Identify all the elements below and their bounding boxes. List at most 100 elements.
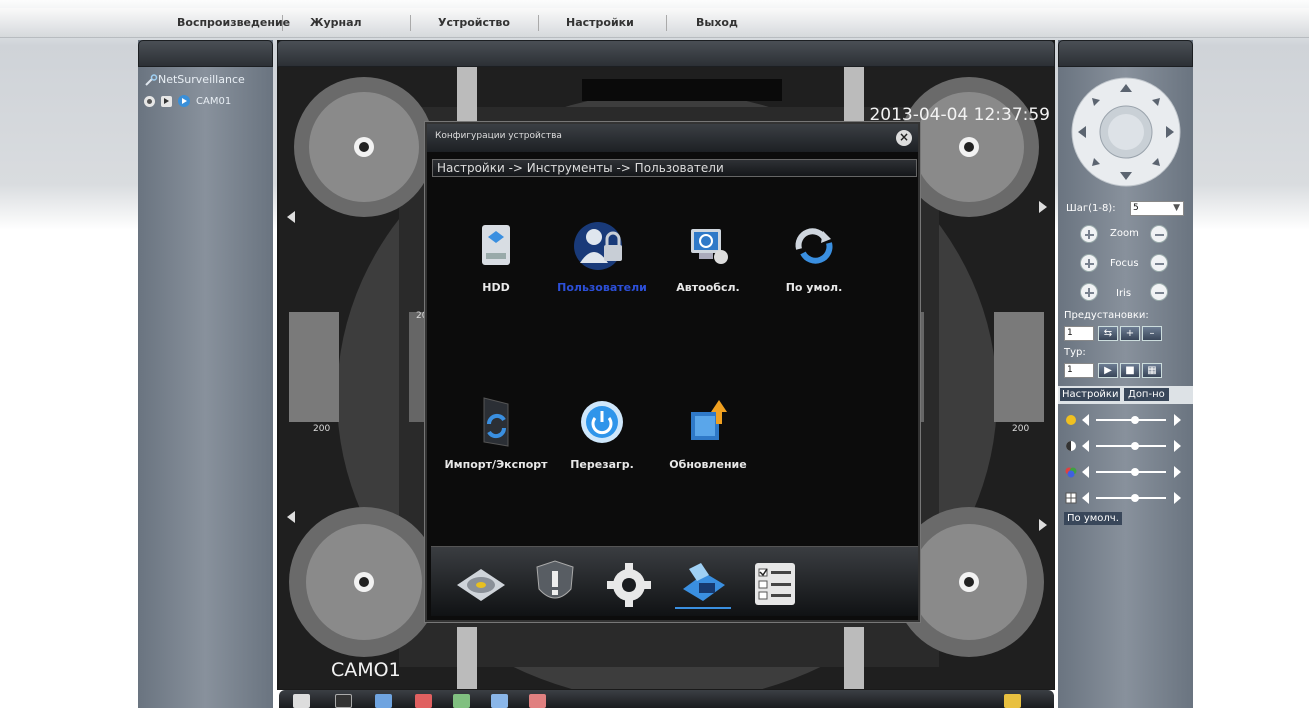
video-panel-header [277, 40, 1055, 67]
play-icon[interactable] [161, 95, 172, 107]
preset-goto-button[interactable]: ⇆ [1098, 326, 1118, 341]
default-reset-icon [795, 228, 833, 264]
wrench-icon [145, 73, 158, 86]
slider-increase-arrow[interactable] [1174, 466, 1181, 478]
tile-label: Автообсл. [676, 281, 740, 294]
chart-number: 200 [313, 424, 331, 434]
menu-exit[interactable]: Выход [696, 16, 738, 29]
device-tree-header [138, 40, 273, 67]
brightness-icon [1066, 415, 1076, 425]
upgrade-icon [691, 400, 727, 440]
tour-input[interactable]: 1 [1064, 363, 1094, 378]
iris-close-button[interactable] [1150, 283, 1168, 301]
focus-near-button[interactable] [1080, 254, 1098, 272]
ptz-panel: Шаг(1-8): 5 ▼ Zoom Focus Iris Предустано… [1058, 40, 1193, 708]
default-settings-button[interactable]: По умолч. [1064, 512, 1122, 525]
slider-increase-arrow[interactable] [1174, 440, 1181, 452]
tile-default[interactable]: По умол. [759, 219, 869, 294]
snapshot-icon[interactable] [453, 694, 470, 708]
preset-label: Предустановки: [1064, 310, 1149, 321]
tab-settings[interactable]: Настройки [1060, 388, 1121, 401]
dock-record[interactable] [453, 559, 509, 609]
stop-record-icon[interactable] [415, 694, 432, 708]
talk-icon[interactable] [491, 694, 508, 708]
menu-settings[interactable]: Настройки [566, 16, 634, 29]
ptz-direction-pad[interactable] [1070, 76, 1182, 188]
slider-increase-arrow[interactable] [1174, 492, 1181, 504]
camera-play-icon[interactable] [178, 95, 190, 107]
preset-remove-button[interactable]: – [1142, 326, 1162, 341]
hdd-icon [482, 225, 510, 265]
slider-decrease-arrow[interactable] [1082, 414, 1089, 426]
tile-label: По умол. [785, 281, 843, 294]
single-view-icon[interactable] [335, 694, 352, 708]
dock-info[interactable] [749, 559, 805, 609]
volume-record-icon[interactable] [529, 694, 546, 708]
dock-system[interactable] [601, 559, 657, 609]
system-gear-icon [607, 563, 651, 607]
tile-hdd[interactable]: HDD [441, 219, 551, 294]
menu-device[interactable]: Устройство [438, 16, 510, 29]
slider-decrease-arrow[interactable] [1082, 466, 1089, 478]
slider-knob[interactable] [1131, 468, 1139, 476]
tile-import-export[interactable]: Импорт/Экспорт [441, 394, 551, 471]
step-select[interactable]: 5 ▼ [1130, 201, 1184, 216]
tile-auto-maintain[interactable]: Автообсл. [653, 219, 763, 294]
iris-label: Iris [1116, 288, 1132, 299]
tour-start-button[interactable]: ▶ [1098, 363, 1118, 378]
preset-add-button[interactable]: + [1120, 326, 1140, 341]
ptz-panel-header [1058, 40, 1193, 67]
dialog-close-button[interactable]: × [896, 130, 912, 146]
tile-reboot[interactable]: Перезагр. [547, 394, 657, 471]
image-slider-row [1064, 490, 1189, 506]
zoom-label: Zoom [1110, 228, 1139, 239]
device-config-dialog: Конфигурации устройства × Настройки -> И… [425, 122, 920, 622]
slider-decrease-arrow[interactable] [1082, 492, 1089, 504]
dialog-title: Конфигурации устройства [427, 124, 918, 152]
step-label: Шаг(1-8): [1066, 203, 1116, 214]
dock-tools[interactable] [675, 559, 731, 609]
record-icon[interactable] [144, 95, 155, 107]
tile-label: HDD [482, 281, 510, 294]
slider-knob[interactable] [1131, 416, 1139, 424]
image-slider-row [1064, 412, 1189, 428]
zoom-out-button[interactable] [1150, 225, 1168, 243]
dock-alarm[interactable] [527, 559, 583, 609]
hue-icon [1065, 492, 1077, 504]
tab-extra[interactable]: Доп-но [1124, 388, 1169, 401]
slider-decrease-arrow[interactable] [1082, 440, 1089, 452]
audio-mute-icon[interactable] [1004, 694, 1021, 708]
menu-separator [410, 15, 411, 31]
slider-knob[interactable] [1131, 494, 1139, 502]
preset-input[interactable]: 1 [1064, 326, 1094, 341]
tour-grid-button[interactable]: ▦ [1142, 363, 1162, 378]
reboot-icon [581, 401, 623, 443]
iris-open-button[interactable] [1080, 283, 1098, 301]
import-export-icon [483, 397, 509, 447]
tree-root[interactable]: NetSurveillance [144, 73, 245, 86]
zoom-in-button[interactable] [1080, 225, 1098, 243]
top-menu-bar: Воспроизведение Журнал Устройство Настро… [0, 8, 1309, 38]
alarm-shield-icon [536, 560, 574, 599]
fullscreen-icon[interactable] [293, 694, 310, 708]
users-lock-icon [574, 222, 622, 270]
chart-number: 200 [1012, 424, 1030, 434]
record-clock-icon[interactable] [375, 694, 392, 708]
slider-knob[interactable] [1131, 442, 1139, 450]
menu-separator [666, 15, 667, 31]
menu-log[interactable]: Журнал [310, 16, 362, 29]
slider-increase-arrow[interactable] [1174, 414, 1181, 426]
menu-playback[interactable]: Воспроизведение [177, 16, 290, 29]
menu-separator [538, 15, 539, 31]
tile-users[interactable]: Пользователи [547, 219, 657, 294]
tile-upgrade[interactable]: Обновление [653, 394, 763, 471]
tour-stop-button[interactable]: ■ [1120, 363, 1140, 378]
osd-camera-name: CAMO1 [331, 659, 401, 681]
focus-label: Focus [1110, 258, 1139, 269]
device-tree-panel: NetSurveillance CAM01 [138, 40, 273, 708]
tree-camera-row[interactable]: CAM01 [144, 95, 231, 107]
tile-label: Перезагр. [570, 458, 634, 471]
focus-far-button[interactable] [1150, 254, 1168, 272]
image-slider-row [1064, 438, 1189, 454]
dialog-dock [431, 546, 918, 616]
